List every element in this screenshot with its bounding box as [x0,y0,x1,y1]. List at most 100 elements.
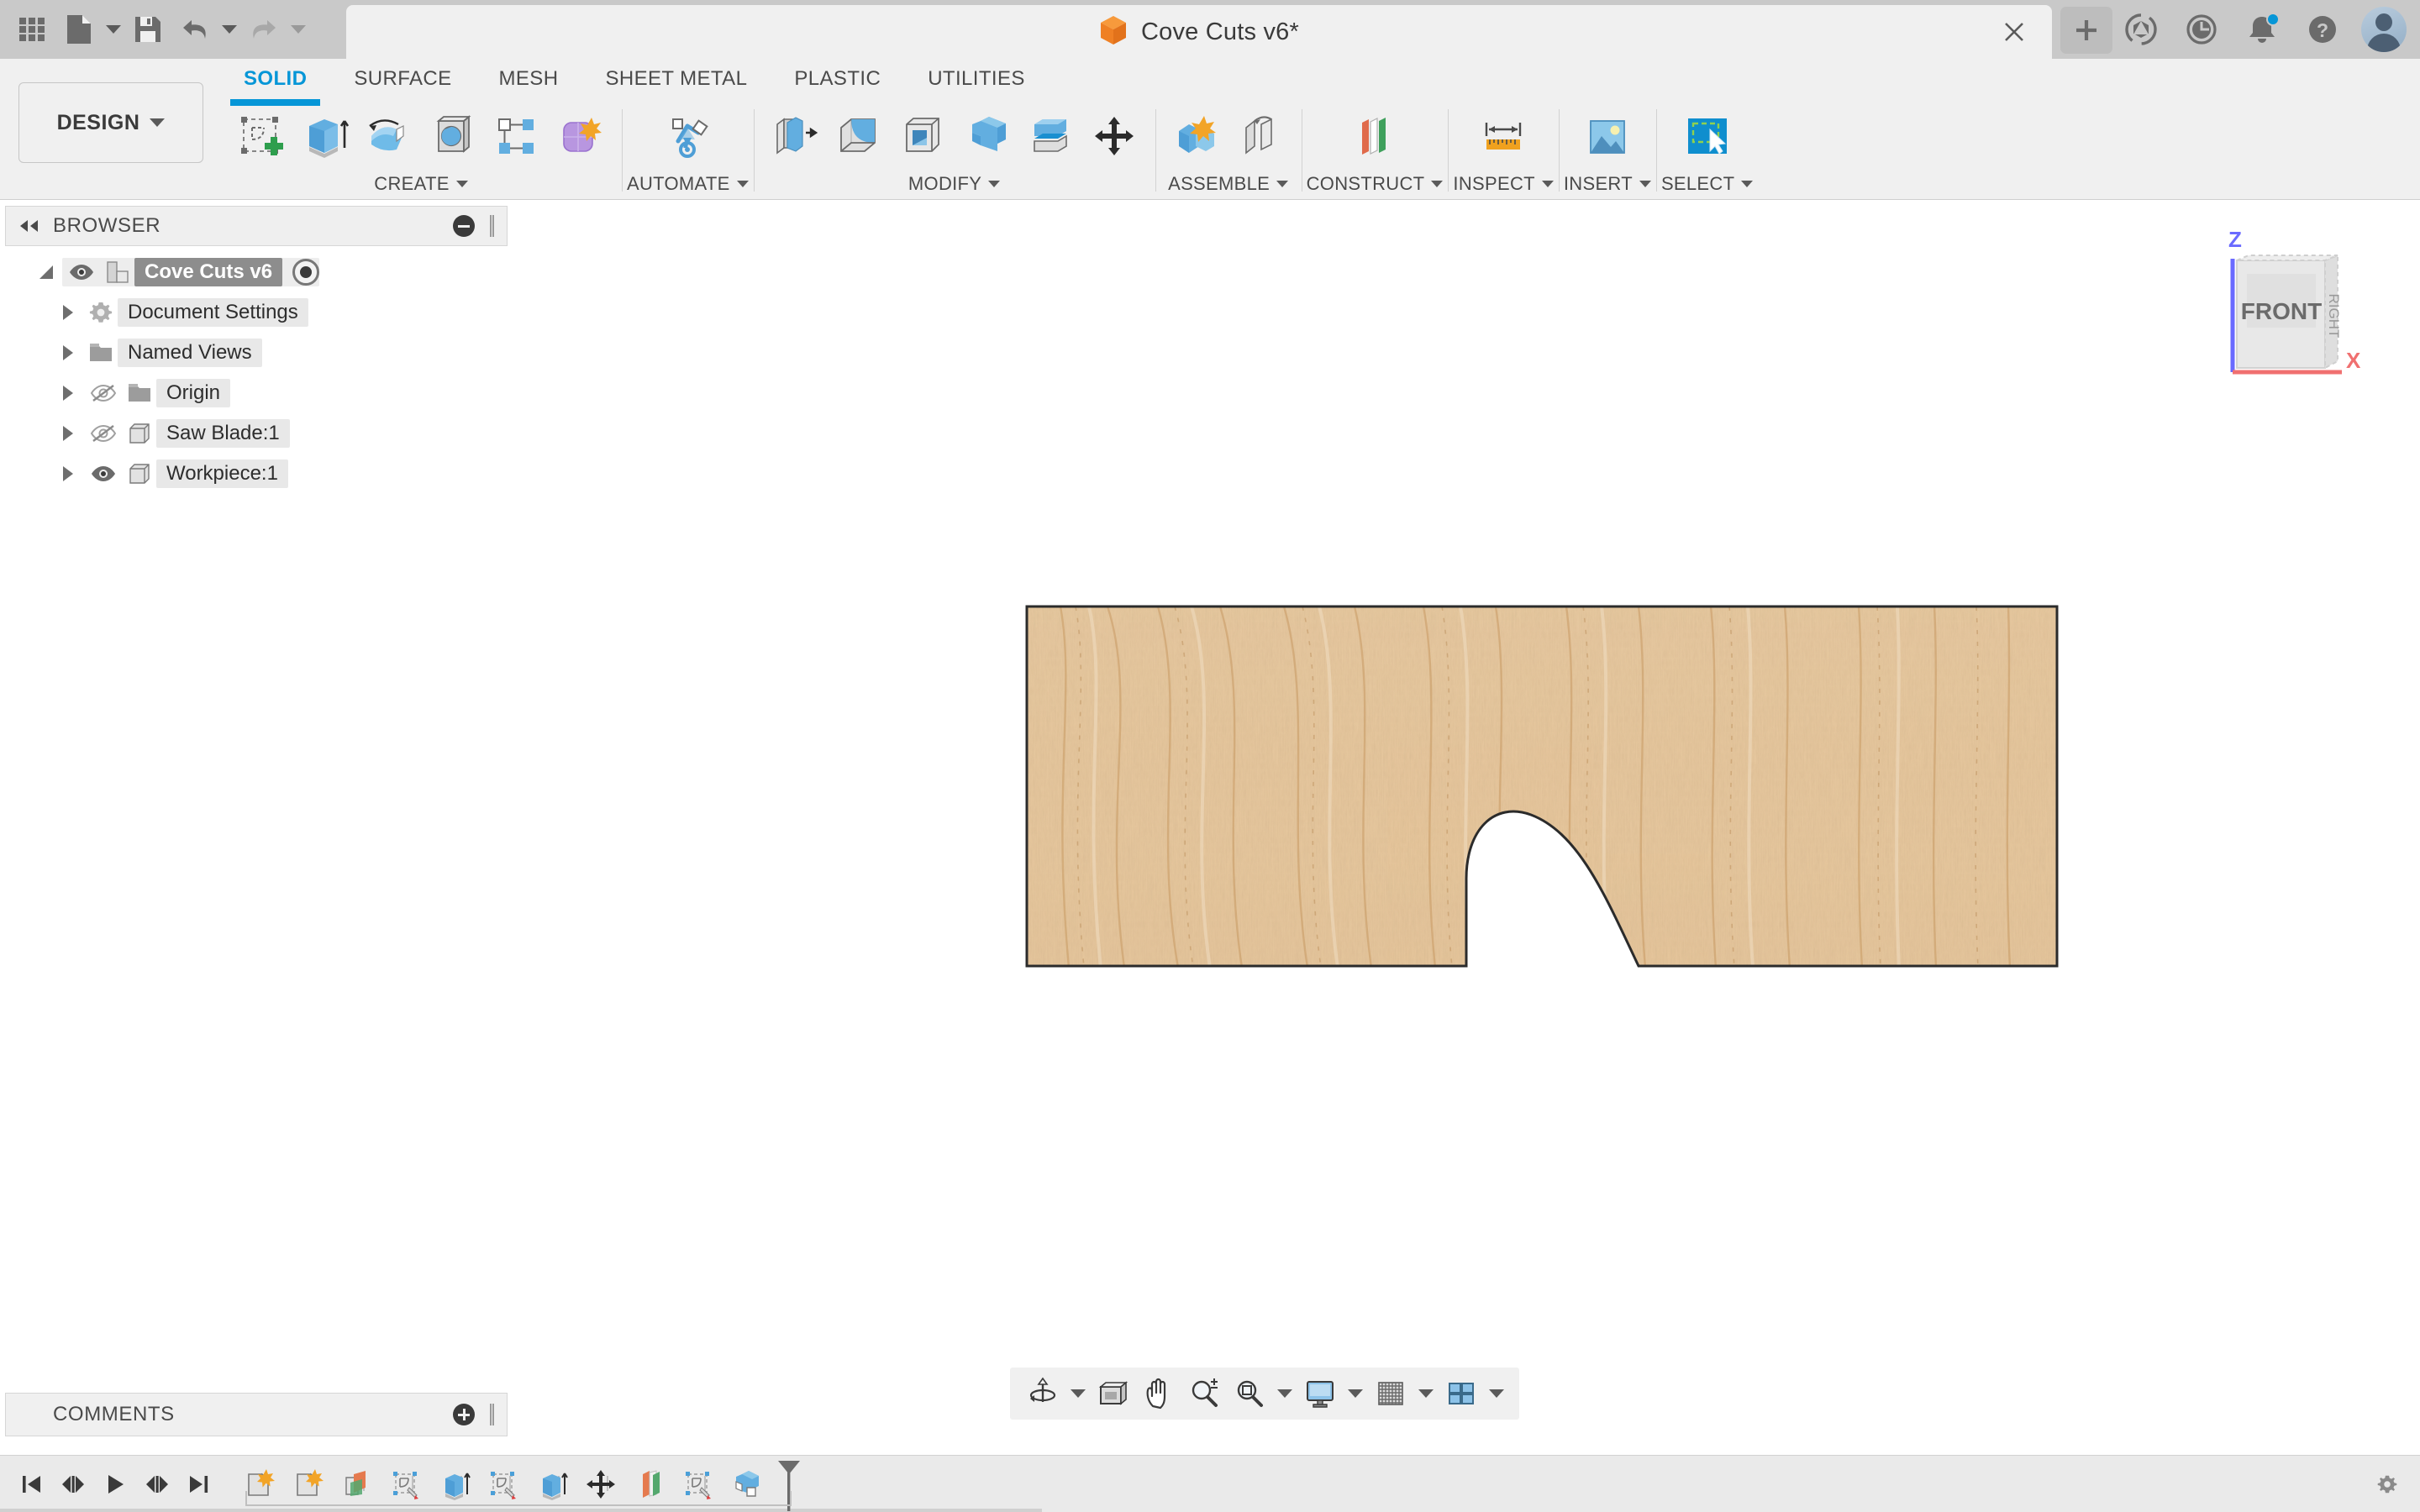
timeline-feature-extrude[interactable] [432,1462,477,1506]
group-label-inspect[interactable]: INSPECT [1453,171,1553,197]
add-comment-icon[interactable] [453,1404,475,1425]
visibility-hidden-icon[interactable] [84,383,123,403]
tab-surface[interactable]: SURFACE [330,59,475,99]
workspace-selector[interactable]: DESIGN [18,82,203,163]
orbit-icon[interactable] [1022,1373,1064,1415]
insert-image-icon[interactable] [1580,106,1635,168]
timeline-feature-sketch[interactable] [481,1462,526,1506]
timeline-feature-plane[interactable] [627,1462,672,1506]
tree-item-cove-cuts[interactable]: Cove Cuts v6 [5,252,508,292]
view-cube[interactable]: Z X FRONT RIGHT [2186,217,2396,385]
display-dropdown-caret[interactable] [1344,1373,1366,1415]
minimize-icon[interactable] [453,215,475,237]
group-label-construct[interactable]: CONSTRUCT [1307,171,1444,197]
app-grid-icon[interactable] [8,6,55,53]
viewports-dropdown-caret[interactable] [1486,1373,1507,1415]
panel-resize-grip[interactable] [487,214,495,238]
tree-item-named-views[interactable]: Named Views [5,333,508,373]
visibility-hidden-icon[interactable] [84,423,123,444]
timeline-settings-icon[interactable] [2376,1462,2420,1506]
undo-dropdown-caret[interactable] [218,6,240,53]
orbit-dropdown-caret[interactable] [1067,1373,1089,1415]
go-to-end-icon[interactable] [180,1464,218,1504]
group-label-modify[interactable]: MODIFY [908,171,1000,197]
timeline-feature-move[interactable] [578,1462,623,1506]
step-back-icon[interactable] [54,1464,92,1504]
tab-utilities[interactable]: UTILITIES [904,59,1049,99]
revolve-icon[interactable] [361,106,417,168]
undo-icon[interactable] [171,6,218,53]
fillet-icon[interactable] [831,106,886,168]
shell-icon[interactable] [895,106,950,168]
save-icon[interactable] [124,6,171,53]
comments-resize-grip[interactable] [487,1403,495,1426]
play-forward-icon[interactable] [96,1464,134,1504]
tree-item-origin[interactable]: Origin [5,373,508,413]
step-forward-icon[interactable] [138,1464,176,1504]
file-dropdown-caret[interactable] [103,6,124,53]
group-label-assemble[interactable]: ASSEMBLE [1168,171,1288,197]
create-form-icon[interactable] [553,106,608,168]
help-icon[interactable]: ? [2301,8,2344,51]
combine-icon[interactable] [959,106,1014,168]
timeline-feature-new-component[interactable] [237,1462,282,1506]
extrude-icon[interactable] [297,106,353,168]
notifications-icon[interactable] [2240,8,2284,51]
tab-sheet-metal[interactable]: SHEET METAL [581,59,771,99]
visibility-eye-icon[interactable] [84,465,123,483]
3d-canvas[interactable]: Z X FRONT RIGHT [514,202,2420,1426]
group-label-create[interactable]: CREATE [374,171,467,197]
expander-closed-icon[interactable] [52,426,84,441]
timeline-feature-new-component[interactable] [286,1462,331,1506]
grid-dropdown-caret[interactable] [1415,1373,1437,1415]
timeline-feature-sketch[interactable] [383,1462,429,1506]
expander-closed-icon[interactable] [52,305,84,320]
timeline-feature-plane[interactable] [334,1462,380,1506]
document-tab[interactable]: Cove Cuts v6* [346,5,2052,59]
group-label-insert[interactable]: INSERT [1564,171,1651,197]
create-sketch-icon[interactable] [234,106,289,168]
automate-assembly-icon[interactable] [660,106,715,168]
group-label-select[interactable]: SELECT [1661,171,1753,197]
timeline-feature-extrude[interactable] [529,1462,575,1506]
rectangular-pattern-icon[interactable] [489,106,544,168]
viewports-icon[interactable] [1440,1373,1482,1415]
tab-solid[interactable]: SOLID [220,59,330,99]
tree-item-workpiece[interactable]: Workpiece:1 [5,454,508,494]
collapse-panel-icon[interactable] [18,217,39,235]
expander-closed-icon[interactable] [52,345,84,360]
timeline-feature-sketch[interactable] [676,1462,721,1506]
job-status-icon[interactable] [2180,8,2223,51]
redo-dropdown-caret[interactable] [287,6,309,53]
zoom-icon[interactable] [1183,1373,1225,1415]
grid-snap-icon[interactable] [1370,1373,1412,1415]
group-label-automate[interactable]: AUTOMATE [627,171,749,197]
hole-icon[interactable] [425,106,481,168]
file-icon[interactable] [55,6,103,53]
comments-panel-header[interactable]: COMMENTS [5,1393,508,1436]
new-tab-button[interactable] [2060,7,2112,54]
fit-dropdown-caret[interactable] [1274,1373,1296,1415]
pan-icon[interactable] [1138,1373,1180,1415]
press-pull-icon[interactable] [767,106,823,168]
account-avatar[interactable] [2361,7,2407,52]
tree-item-saw-blade[interactable]: Saw Blade:1 [5,413,508,454]
redo-icon[interactable] [240,6,287,53]
tree-item-document-settings[interactable]: Document Settings [5,292,508,333]
go-to-beginning-icon[interactable] [12,1464,50,1504]
fit-icon[interactable] [1228,1373,1270,1415]
joint-icon[interactable] [1233,106,1288,168]
expander-open-icon[interactable] [30,265,62,279]
workpiece-model[interactable] [514,202,2420,1426]
split-face-icon[interactable] [1023,106,1078,168]
activate-component-radio[interactable] [292,259,319,286]
move-copy-icon[interactable] [1086,106,1142,168]
select-window-icon[interactable] [1680,106,1735,168]
look-at-icon[interactable] [1092,1373,1134,1415]
tab-plastic[interactable]: PLASTIC [771,59,904,99]
display-settings-icon[interactable] [1299,1373,1341,1415]
visibility-eye-icon[interactable] [62,263,101,281]
offset-plane-icon[interactable] [1347,106,1402,168]
close-icon[interactable] [2000,18,2028,46]
tab-mesh[interactable]: MESH [476,59,582,99]
